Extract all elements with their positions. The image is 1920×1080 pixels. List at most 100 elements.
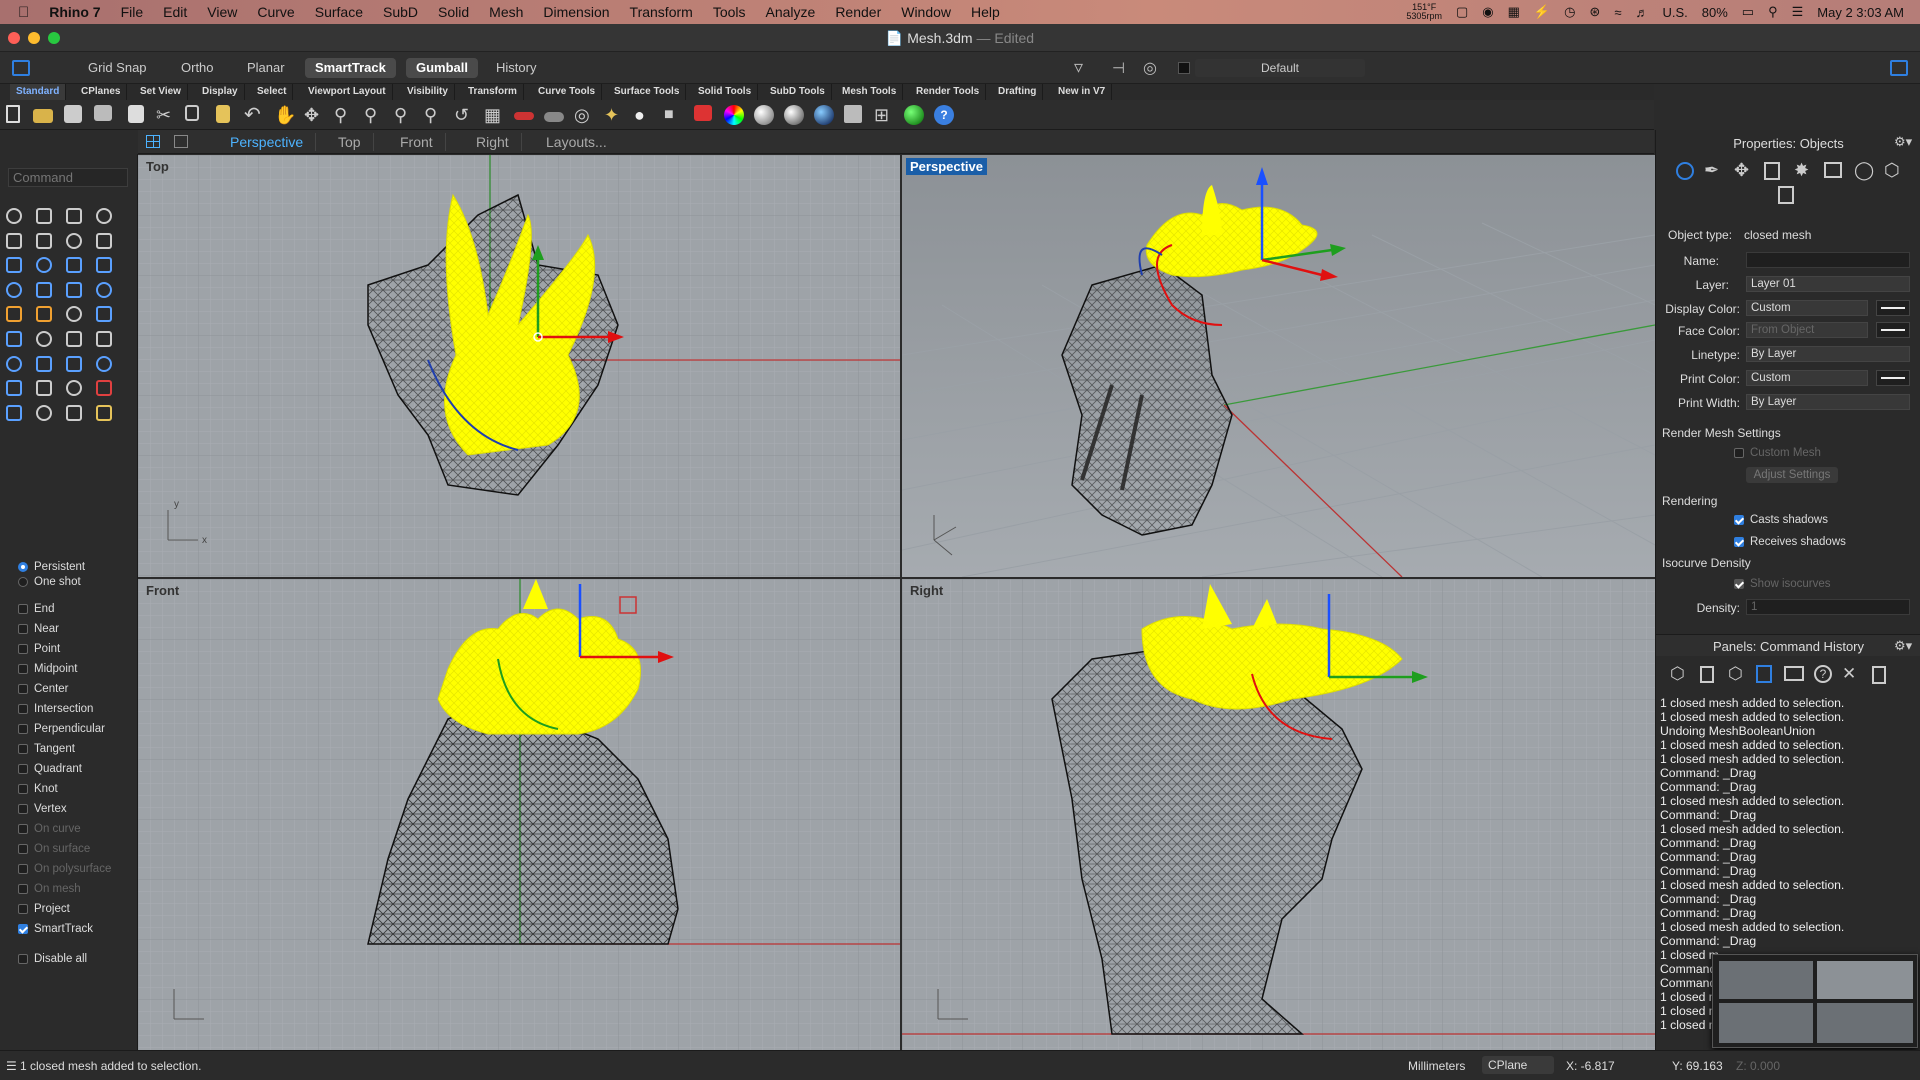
menu-curve[interactable]: Curve xyxy=(247,4,304,20)
osnap-checkbox[interactable] xyxy=(18,824,28,834)
select-icon[interactable]: ◎ xyxy=(574,105,594,125)
rectangle-icon[interactable] xyxy=(96,232,112,249)
paint-icon[interactable] xyxy=(96,404,112,421)
keyboard-layout[interactable]: U.S. xyxy=(1662,5,1687,20)
single-viewport-icon[interactable] xyxy=(174,135,188,148)
snap-icon[interactable]: ⊣ xyxy=(1112,59,1125,77)
sidebar-right-toggle-icon[interactable] xyxy=(1890,60,1908,76)
cplane-selector[interactable]: CPlane xyxy=(1482,1056,1554,1074)
planar-toggle[interactable]: Planar xyxy=(237,58,295,78)
layer-dropdown[interactable]: Layer 01 xyxy=(1746,276,1910,292)
menu-clock[interactable]: May 2 3:03 AM xyxy=(1817,5,1904,20)
explode-icon[interactable] xyxy=(36,331,52,347)
receives-shadows-checkbox[interactable] xyxy=(1734,537,1744,547)
copy-icon[interactable] xyxy=(185,105,199,121)
osnap-intersection[interactable]: Intersection xyxy=(18,700,93,718)
import-icon[interactable] xyxy=(128,105,144,123)
osnap-checkbox[interactable] xyxy=(18,604,28,614)
menu-mesh[interactable]: Mesh xyxy=(479,4,533,20)
named-views-panel-icon[interactable] xyxy=(1784,666,1804,681)
disable-all-checkbox[interactable] xyxy=(18,954,28,964)
zoom-window-icon[interactable]: ⚲ xyxy=(364,105,384,125)
print-width-dropdown[interactable]: By Layer xyxy=(1746,394,1910,410)
bolt-icon[interactable]: ⚡ xyxy=(1534,4,1550,20)
zoom-icon[interactable]: ⚲ xyxy=(334,105,354,125)
display-properties-icon[interactable] xyxy=(1824,162,1842,178)
print-icon[interactable] xyxy=(94,105,112,121)
four-viewport-icon[interactable] xyxy=(146,135,160,148)
osnap-disable-all[interactable]: Disable all xyxy=(18,950,87,968)
pan-icon[interactable]: ✋ xyxy=(274,105,296,125)
point-cloud-icon[interactable]: ✦ xyxy=(604,105,624,125)
receives-shadows-option[interactable]: Receives shadows xyxy=(1734,533,1846,551)
point-icon[interactable] xyxy=(36,208,52,224)
tab-standard[interactable]: Standard xyxy=(10,84,67,100)
viewport-right[interactable]: Right xyxy=(902,579,1655,1050)
osnap-on-surface[interactable]: On surface xyxy=(18,840,90,858)
viewport-front[interactable]: Front xyxy=(138,579,900,1050)
texture-mapping-icon[interactable]: ✥ xyxy=(1734,160,1749,181)
help-panel-icon[interactable]: ? xyxy=(1814,665,1832,683)
viewport-label-front[interactable]: Front xyxy=(142,582,183,599)
grid-snap-toggle[interactable]: Grid Snap xyxy=(78,58,157,78)
tab-right[interactable]: Right xyxy=(464,133,522,151)
light-properties-icon[interactable]: ✸ xyxy=(1794,160,1809,181)
new-file-icon[interactable] xyxy=(6,105,20,123)
record-icon[interactable]: ◉ xyxy=(1482,4,1493,20)
rebuild-icon[interactable] xyxy=(96,331,112,347)
persistent-radio[interactable] xyxy=(18,562,28,572)
array-icon[interactable] xyxy=(66,355,82,372)
boolean-icon[interactable] xyxy=(6,306,22,323)
tab-perspective[interactable]: Perspective xyxy=(218,133,317,151)
scale-icon[interactable] xyxy=(96,355,112,372)
tab-subd-tools[interactable]: SubD Tools xyxy=(764,84,832,100)
menu-edit[interactable]: Edit xyxy=(153,4,197,20)
material-icon[interactable] xyxy=(814,105,834,125)
material-properties-icon[interactable]: ✒ xyxy=(1704,160,1719,181)
undo-view-icon[interactable]: ↺ xyxy=(454,105,474,125)
osnap-end[interactable]: End xyxy=(18,600,54,618)
fillet-icon[interactable] xyxy=(36,306,52,323)
ellipse-icon[interactable] xyxy=(36,232,52,249)
apple-icon[interactable]:  xyxy=(0,4,39,21)
select-icon[interactable] xyxy=(6,208,22,224)
car-icon[interactable] xyxy=(514,112,534,120)
tab-mesh-tools[interactable]: Mesh Tools xyxy=(836,84,904,100)
menu-app-name[interactable]: Rhino 7 xyxy=(39,4,110,20)
sidebar-left-toggle-icon[interactable] xyxy=(12,60,30,76)
viewport-perspective[interactable]: Perspective xyxy=(902,155,1655,577)
smarttrack-toggle[interactable]: SmartTrack xyxy=(305,58,396,78)
tab-select[interactable]: Select xyxy=(251,84,294,100)
cylinder-icon[interactable] xyxy=(66,281,82,298)
grid-icon[interactable]: ▦ xyxy=(1508,4,1520,20)
casts-shadows-checkbox[interactable] xyxy=(1734,515,1744,525)
color-wheel-icon[interactable] xyxy=(724,105,744,125)
dimension-icon[interactable] xyxy=(66,380,82,397)
osnap-checkbox[interactable] xyxy=(18,904,28,914)
tab-transform[interactable]: Transform xyxy=(462,84,524,100)
screen-icon[interactable]: ▢ xyxy=(1456,4,1468,20)
print-color-dropdown[interactable]: Custom xyxy=(1746,370,1868,386)
casts-shadows-option[interactable]: Casts shadows xyxy=(1734,511,1828,529)
osnap-checkbox[interactable] xyxy=(18,684,28,694)
grid-array-icon[interactable] xyxy=(36,380,52,397)
print-color-swatch[interactable] xyxy=(1876,370,1910,386)
tab-top[interactable]: Top xyxy=(326,133,374,151)
menu-render[interactable]: Render xyxy=(825,4,891,20)
mesh-icon[interactable] xyxy=(6,380,22,397)
render-icon[interactable] xyxy=(784,105,804,125)
zoom-extents-icon[interactable]: ⚲ xyxy=(394,105,414,125)
osnap-checkbox[interactable] xyxy=(18,664,28,674)
paste-icon[interactable] xyxy=(216,105,230,123)
tab-layouts[interactable]: Layouts... xyxy=(534,133,619,151)
command-input[interactable] xyxy=(8,168,128,187)
tab-front[interactable]: Front xyxy=(388,133,446,151)
analyze-icon[interactable] xyxy=(96,380,112,397)
osnap-checkbox[interactable] xyxy=(18,644,28,654)
osnap-on-mesh[interactable]: On mesh xyxy=(18,880,81,898)
battery-icon[interactable]: ▭ xyxy=(1742,4,1754,20)
decal-icon[interactable] xyxy=(1764,162,1780,180)
osnap-smarttrack[interactable]: SmartTrack xyxy=(18,920,93,938)
curve-icon[interactable] xyxy=(96,208,112,224)
oneshot-radio[interactable] xyxy=(18,577,28,587)
